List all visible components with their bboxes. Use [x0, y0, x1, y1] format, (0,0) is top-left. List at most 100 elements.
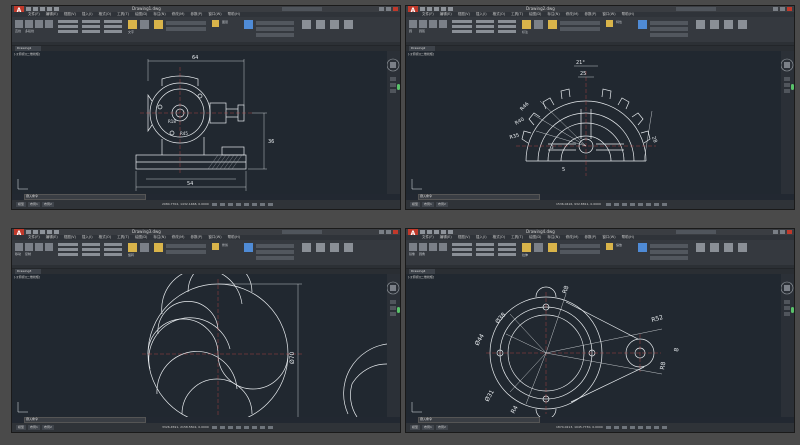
grid-icon[interactable]: [606, 203, 611, 206]
new-icon[interactable]: [26, 7, 31, 11]
lineweight-icon[interactable]: [646, 203, 651, 206]
layer-state-dropdown[interactable]: [560, 27, 600, 31]
stretch-tool-icon[interactable]: [452, 30, 472, 33]
circle-tool-icon[interactable]: [35, 243, 43, 251]
circle-tool-icon[interactable]: [429, 243, 437, 251]
maximize-button[interactable]: [386, 230, 391, 234]
array-tool-icon[interactable]: [498, 30, 516, 33]
rotate-tool-icon[interactable]: [82, 20, 100, 23]
lineweight-icon[interactable]: [252, 203, 257, 206]
lineweight-dropdown[interactable]: [256, 33, 294, 37]
undo-icon[interactable]: [47, 7, 52, 11]
annotation-scale-icon[interactable]: [654, 426, 659, 429]
save-icon[interactable]: [434, 230, 439, 234]
mirror-tool-icon[interactable]: [476, 25, 494, 28]
arc-tool-icon[interactable]: [439, 20, 447, 28]
polyline-tool-icon[interactable]: [419, 20, 427, 28]
scale-tool-icon[interactable]: [476, 253, 494, 256]
undo-icon[interactable]: [47, 230, 52, 234]
match-properties-icon[interactable]: [638, 20, 647, 29]
new-icon[interactable]: [420, 7, 425, 11]
redo-icon[interactable]: [448, 230, 453, 234]
tab-model[interactable]: 模型: [16, 202, 27, 207]
copy-tool-icon[interactable]: [452, 25, 472, 28]
copy-tool-icon[interactable]: [58, 248, 78, 251]
viewcube[interactable]: [386, 51, 400, 194]
move-tool-icon[interactable]: [452, 20, 472, 23]
viewcube[interactable]: [780, 274, 794, 417]
line-tool-icon[interactable]: [15, 20, 23, 28]
tab-model[interactable]: 模型: [16, 425, 27, 430]
trim-tool-icon[interactable]: [498, 243, 516, 246]
viewcube[interactable]: [780, 51, 794, 194]
workspace-icon[interactable]: [662, 426, 667, 429]
color-dropdown[interactable]: [650, 244, 688, 248]
rotate-tool-icon[interactable]: [82, 243, 100, 246]
polyline-tool-icon[interactable]: [419, 243, 427, 251]
drawing-canvas[interactable]: [-][俯视][二维线框]: [406, 51, 781, 194]
grid-icon[interactable]: [212, 203, 217, 206]
scale-tool-icon[interactable]: [82, 253, 100, 256]
workspace-icon[interactable]: [268, 203, 273, 206]
text-tool-icon[interactable]: [522, 20, 531, 29]
grid-icon[interactable]: [212, 426, 217, 429]
circle-tool-icon[interactable]: [35, 20, 43, 28]
polar-icon[interactable]: [630, 426, 635, 429]
measure-icon[interactable]: [316, 20, 325, 29]
stretch-tool-icon[interactable]: [452, 253, 472, 256]
ortho-icon[interactable]: [228, 426, 233, 429]
osnap-icon[interactable]: [638, 426, 643, 429]
group-icon[interactable]: [696, 20, 705, 29]
scale-tool-icon[interactable]: [82, 30, 100, 33]
color-dropdown[interactable]: [650, 21, 688, 25]
dimension-tool-icon[interactable]: [140, 20, 149, 29]
tab-layout1[interactable]: 布局1: [422, 202, 434, 207]
paste-icon[interactable]: [724, 20, 733, 29]
arc-tool-icon[interactable]: [45, 20, 53, 28]
lineweight-dropdown[interactable]: [256, 256, 294, 260]
layer-properties-icon[interactable]: [154, 243, 163, 252]
copy-tool-icon[interactable]: [58, 25, 78, 28]
insert-block-icon[interactable]: [212, 20, 219, 27]
tab-layout1[interactable]: 布局1: [422, 425, 434, 430]
match-properties-icon[interactable]: [244, 243, 253, 252]
tab-layout2[interactable]: 布局2: [41, 425, 54, 430]
match-properties-icon[interactable]: [244, 20, 253, 29]
move-tool-icon[interactable]: [58, 243, 78, 246]
maximize-button[interactable]: [780, 230, 785, 234]
ortho-icon[interactable]: [228, 203, 233, 206]
view-icon[interactable]: [344, 20, 353, 29]
snap-icon[interactable]: [614, 203, 619, 206]
linetype-dropdown[interactable]: [650, 250, 688, 254]
paste-icon[interactable]: [330, 243, 339, 252]
osnap-icon[interactable]: [244, 203, 249, 206]
view-icon[interactable]: [344, 243, 353, 252]
polyline-tool-icon[interactable]: [25, 243, 33, 251]
layer-dropdown[interactable]: [166, 244, 206, 248]
search-input[interactable]: [282, 230, 322, 234]
tab-layout1[interactable]: 布局1: [28, 425, 40, 430]
color-dropdown[interactable]: [256, 244, 294, 248]
annotation-scale-icon[interactable]: [260, 426, 265, 429]
minimize-button[interactable]: [379, 230, 384, 234]
view-icon[interactable]: [738, 243, 747, 252]
annotation-scale-icon[interactable]: [260, 203, 265, 206]
layer-properties-icon[interactable]: [154, 20, 163, 29]
insert-block-icon[interactable]: [606, 243, 613, 250]
close-button[interactable]: [787, 7, 792, 11]
lineweight-icon[interactable]: [646, 426, 651, 429]
circle-tool-icon[interactable]: [429, 20, 437, 28]
text-tool-icon[interactable]: [128, 20, 137, 29]
polar-icon[interactable]: [236, 203, 241, 206]
insert-block-icon[interactable]: [606, 20, 613, 27]
array-tool-icon[interactable]: [104, 30, 122, 33]
view-icon[interactable]: [738, 20, 747, 29]
group-icon[interactable]: [302, 20, 311, 29]
drawing-canvas[interactable]: [-][俯视][二维线框]: [12, 51, 387, 194]
tab-layout1[interactable]: 布局1: [28, 202, 40, 207]
move-tool-icon[interactable]: [58, 20, 78, 23]
layer-dropdown[interactable]: [166, 21, 206, 25]
search-input[interactable]: [676, 230, 716, 234]
polar-icon[interactable]: [236, 426, 241, 429]
line-tool-icon[interactable]: [15, 243, 23, 251]
